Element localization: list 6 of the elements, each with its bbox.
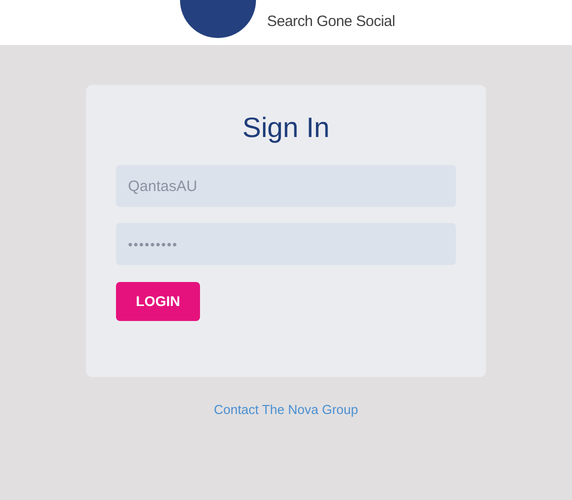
form-title: Sign In	[241, 111, 331, 145]
contact-link[interactable]: Contact The Nova Group	[214, 402, 358, 417]
login-button[interactable]: LOGIN	[116, 282, 200, 321]
password-field[interactable]: •••••••••	[116, 223, 456, 265]
username-field[interactable]: QantasAU	[116, 165, 456, 207]
logo-tagline: Search Gone Social	[267, 14, 396, 30]
